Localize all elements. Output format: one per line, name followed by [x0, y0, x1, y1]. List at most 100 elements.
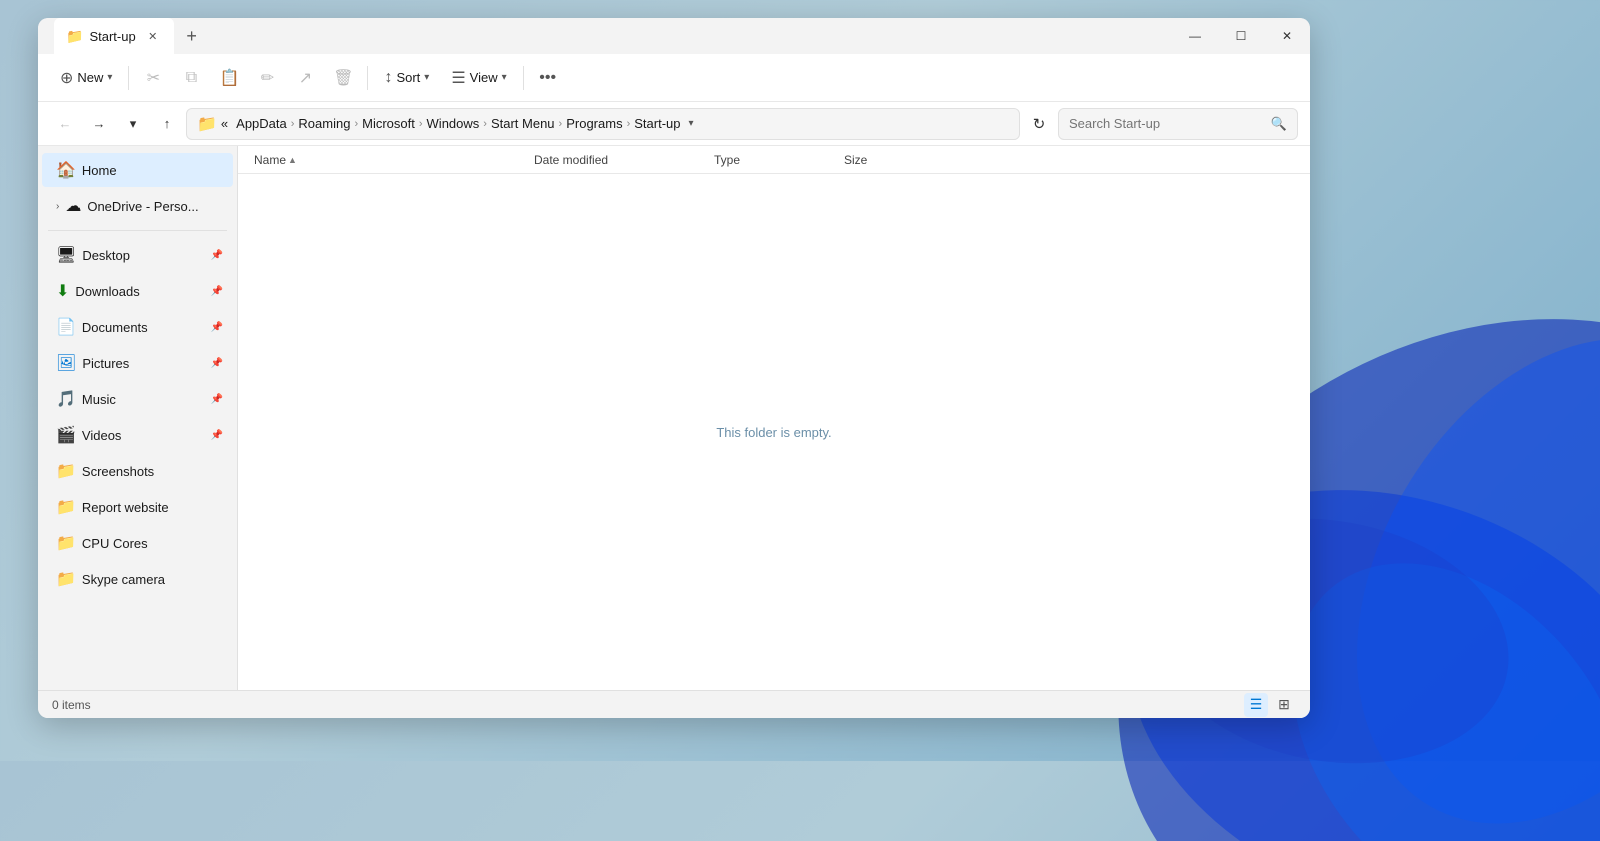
active-tab[interactable]: 📁 Start-up ✕ — [54, 18, 174, 54]
documents-icon: 📄 — [56, 317, 76, 337]
col-name-label: Name — [254, 153, 286, 167]
up-button[interactable]: ↑ — [152, 109, 182, 139]
tab-title: Start-up — [89, 29, 135, 44]
col-header-date[interactable]: Date modified — [530, 151, 710, 169]
recent-locations-button[interactable]: ▾ — [118, 109, 148, 139]
sidebar-divider-1 — [48, 230, 227, 231]
sidebar: 🏠 Home › ☁ OneDrive - Perso... 🖥 Desktop… — [38, 146, 238, 690]
view-button[interactable]: ☰ View ▾ — [441, 62, 516, 94]
desktop-icon: 🖥 — [56, 245, 76, 265]
downloads-icon: ⬇ — [56, 281, 69, 301]
breadcrumb-windows: Windows — [427, 116, 480, 131]
sidebar-item-screenshots[interactable]: 📁 Screenshots — [42, 454, 233, 488]
minimize-button[interactable]: — — [1172, 18, 1218, 54]
sidebar-documents-label: Documents — [82, 320, 205, 335]
rename-button[interactable]: ✏ — [249, 60, 285, 96]
search-icon: 🔍 — [1271, 116, 1287, 132]
sidebar-skype-camera-label: Skype camera — [82, 572, 223, 587]
address-bar[interactable]: 📁 « AppData › Roaming › Microsoft › Wind… — [186, 108, 1020, 140]
home-icon: 🏠 — [56, 160, 76, 180]
status-bar: 0 items ☰ ⊞ — [38, 690, 1310, 718]
sidebar-music-label: Music — [82, 392, 205, 407]
copy-button[interactable]: ⧉ — [173, 60, 209, 96]
col-header-type[interactable]: Type — [710, 151, 840, 169]
sidebar-videos-label: Videos — [82, 428, 205, 443]
downloads-pin-icon: 📌 — [211, 286, 223, 297]
sidebar-onedrive-label: OneDrive - Perso... — [87, 199, 223, 214]
sort-button[interactable]: ↕ Sort ▾ — [374, 63, 439, 93]
back-button[interactable]: ← — [50, 109, 80, 139]
view-chevron-icon: ▾ — [502, 72, 507, 83]
address-bar-row: ← → ▾ ↑ 📁 « AppData › Roaming › Microsof… — [38, 102, 1310, 146]
sidebar-item-desktop[interactable]: 🖥 Desktop 📌 — [42, 238, 233, 272]
new-icon: ⊕ — [60, 68, 73, 88]
report-website-icon: 📁 — [56, 497, 76, 517]
paste-button[interactable]: 📋 — [211, 60, 247, 96]
file-area: Name ▲ Date modified Type Size This fold… — [238, 146, 1310, 690]
sidebar-item-downloads[interactable]: ⬇ Downloads 📌 — [42, 274, 233, 308]
tab-close-button[interactable]: ✕ — [144, 27, 162, 45]
new-button[interactable]: ⊕ New ▾ — [50, 62, 122, 94]
more-button[interactable]: ••• — [530, 60, 566, 96]
videos-icon: 🎬 — [56, 425, 76, 445]
cut-button[interactable]: ✂ — [135, 60, 171, 96]
maximize-button[interactable]: ☐ — [1218, 18, 1264, 54]
delete-button[interactable]: 🗑 — [325, 60, 361, 96]
status-view-controls: ☰ ⊞ — [1244, 693, 1296, 717]
breadcrumb-startup: Start-up — [634, 116, 680, 131]
documents-pin-icon: 📌 — [211, 322, 223, 333]
refresh-button[interactable]: ↻ — [1024, 109, 1054, 139]
breadcrumb-startmenu: Start Menu — [491, 116, 555, 131]
sidebar-item-report-website[interactable]: 📁 Report website — [42, 490, 233, 524]
search-input[interactable] — [1069, 116, 1265, 131]
view-icon: ☰ — [451, 68, 465, 88]
sort-label: Sort — [396, 70, 420, 85]
sidebar-item-documents[interactable]: 📄 Documents 📌 — [42, 310, 233, 344]
music-icon: 🎵 — [56, 389, 76, 409]
forward-button[interactable]: → — [84, 109, 114, 139]
list-view-button[interactable]: ☰ — [1244, 693, 1268, 717]
close-button[interactable]: ✕ — [1264, 18, 1310, 54]
toolbar-separator-2 — [367, 66, 368, 90]
pictures-pin-icon: 📌 — [211, 358, 223, 369]
sidebar-item-music[interactable]: 🎵 Music 📌 — [42, 382, 233, 416]
col-size-label: Size — [844, 153, 867, 167]
col-date-label: Date modified — [534, 153, 608, 167]
search-box[interactable]: 🔍 — [1058, 108, 1298, 140]
sidebar-item-videos[interactable]: 🎬 Videos 📌 — [42, 418, 233, 452]
sidebar-screenshots-label: Screenshots — [82, 464, 223, 479]
breadcrumb-programs: Programs — [566, 116, 622, 131]
address-folder-icon: 📁 — [197, 114, 217, 134]
sidebar-item-cpu-cores[interactable]: 📁 CPU Cores — [42, 526, 233, 560]
sidebar-item-skype-camera[interactable]: 📁 Skype camera — [42, 562, 233, 596]
col-header-size[interactable]: Size — [840, 151, 940, 169]
sidebar-item-pictures[interactable]: 🖼 Pictures 📌 — [42, 346, 233, 380]
empty-folder-message: This folder is empty. — [716, 425, 831, 440]
screenshots-icon: 📁 — [56, 461, 76, 481]
sidebar-item-home[interactable]: 🏠 Home — [42, 153, 233, 187]
new-tab-button[interactable]: + — [178, 22, 206, 50]
onedrive-chevron-icon: › — [56, 201, 59, 212]
skype-camera-icon: 📁 — [56, 569, 76, 589]
sidebar-pictures-label: Pictures — [82, 356, 204, 371]
sidebar-item-onedrive[interactable]: › ☁ OneDrive - Perso... — [42, 189, 233, 223]
cpu-cores-icon: 📁 — [56, 533, 76, 553]
tab-folder-icon: 📁 — [66, 28, 83, 45]
sort-chevron-icon: ▾ — [424, 72, 429, 83]
sidebar-home-label: Home — [82, 163, 223, 178]
items-count: 0 items — [52, 698, 91, 712]
sidebar-cpu-cores-label: CPU Cores — [82, 536, 223, 551]
breadcrumb: « AppData › Roaming › Microsoft › Window… — [221, 116, 681, 131]
desktop-pin-icon: 📌 — [211, 250, 223, 261]
sidebar-desktop-label: Desktop — [82, 248, 204, 263]
view-label: View — [470, 70, 498, 85]
content-area: 🏠 Home › ☁ OneDrive - Perso... 🖥 Desktop… — [38, 146, 1310, 690]
col-header-name[interactable]: Name ▲ — [250, 151, 530, 169]
window-controls: — ☐ ✕ — [1172, 18, 1310, 54]
address-dropdown-icon: ▾ — [689, 118, 694, 129]
grid-view-button[interactable]: ⊞ — [1272, 693, 1296, 717]
toolbar-separator-1 — [128, 66, 129, 90]
share-button[interactable]: ↗ — [287, 60, 323, 96]
music-pin-icon: 📌 — [211, 394, 223, 405]
breadcrumb-part-1: « — [221, 116, 228, 131]
